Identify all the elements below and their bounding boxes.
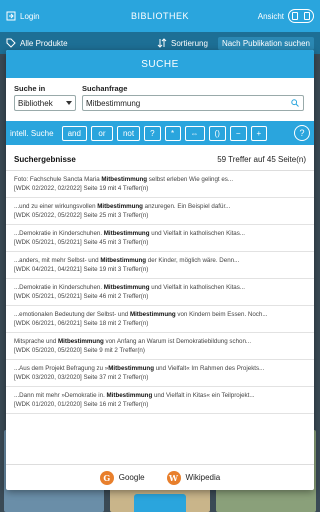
results-header: Suchergebnisse 59 Treffer auf 45 Seite(n… — [6, 145, 314, 171]
query-group: Suchanfrage Mitbestimmung — [82, 84, 304, 111]
dialog-title: SUCHE — [6, 50, 314, 78]
result-item[interactable]: Mitsprache und Mitbestimmung von Anfang … — [6, 333, 314, 360]
result-item[interactable]: ...Aus dem Projekt Befragung zu »Mitbest… — [6, 360, 314, 387]
results-title: Suchergebnisse — [14, 155, 76, 164]
wikipedia-icon: W — [166, 470, 181, 485]
filter-button[interactable]: Alle Produkte — [6, 38, 157, 48]
search-dialog: SUCHE Suche in Bibliothek Suchanfrage Mi… — [6, 50, 314, 490]
result-meta: [WDK 05/2021, 05/2021] Seite 45 mit 3 Tr… — [14, 239, 149, 246]
intelligent-search-label: intell. Suche — [10, 128, 54, 138]
result-snippet: ...emotionalen Bedeutung der Selbst- und… — [14, 311, 268, 318]
result-snippet: ...Demokratie in Kinderschuhen. Mitbesti… — [14, 284, 245, 291]
result-meta: [WDK 05/2021, 05/2021] Seite 46 mit 2 Tr… — [14, 293, 149, 300]
operator-minus-button[interactable]: − — [229, 125, 247, 141]
operator-question-button[interactable]: ? — [144, 125, 161, 141]
google-link[interactable]: G Google — [99, 470, 145, 485]
result-meta: [WDK 03/2020, 03/2020] Seite 37 mit 2 Tr… — [14, 374, 149, 381]
sort-label: Sortierung — [171, 38, 208, 48]
sort-button[interactable]: Sortierung Nach Publikation suchen — [157, 36, 314, 50]
view-mode-icon[interactable] — [288, 9, 314, 23]
login-label: Login — [20, 11, 40, 21]
result-item[interactable]: ...und zu einer wirkungsvollen Mitbestim… — [6, 198, 314, 225]
search-icon[interactable] — [291, 99, 299, 107]
help-button[interactable]: ? — [294, 125, 310, 141]
filter-label: Alle Produkte — [20, 38, 68, 48]
operator-not-button[interactable]: not — [116, 125, 141, 141]
external-sources: G Google W Wikipedia — [6, 464, 314, 490]
operator-near-button[interactable]: ⇔ — [184, 125, 205, 141]
result-snippet: ...und zu einer wirkungsvollen Mitbestim… — [14, 203, 231, 210]
operator-wildcard-button[interactable]: * — [164, 125, 181, 141]
login-button[interactable]: Login — [6, 11, 40, 21]
fab-button[interactable] — [134, 494, 186, 512]
app-bar: Login BIBLIOTHEK Ansicht — [0, 0, 320, 32]
result-item[interactable]: ...Dann mit mehr »Demokratie in. Mitbest… — [6, 387, 314, 414]
query-input[interactable]: Mitbestimmung — [82, 95, 304, 111]
result-snippet: ...anders, mit mehr Selbst- und Mitbesti… — [14, 257, 240, 264]
result-snippet: Foto: Fachschule Sancta Maria Mitbestimm… — [14, 176, 234, 183]
result-item[interactable]: ...emotionalen Bedeutung der Selbst- und… — [6, 306, 314, 333]
result-item[interactable]: Foto: Fachschule Sancta Maria Mitbestimm… — [6, 171, 314, 198]
result-meta: [WDK 04/2021, 04/2021] Seite 19 mit 3 Tr… — [14, 266, 149, 273]
view-label: Ansicht — [257, 11, 284, 21]
result-meta: [WDK 01/2020, 01/2020] Seite 16 mit 2 Tr… — [14, 401, 149, 408]
result-meta: [WDK 05/2022, 05/2022] Seite 25 mit 3 Tr… — [14, 212, 149, 219]
operator-or-button[interactable]: or — [90, 125, 113, 141]
google-icon: G — [99, 470, 114, 485]
result-meta: [WDK 06/2021, 06/2021] Seite 18 mit 2 Tr… — [14, 320, 149, 327]
chevron-down-icon — [66, 101, 72, 105]
result-meta: [WDK 05/2020, 05/2020] Seite 9 mit 2 Tre… — [14, 347, 145, 354]
google-label: Google — [118, 473, 145, 482]
wikipedia-label: Wikipedia — [185, 473, 221, 482]
sort-value: Nach Publikation suchen — [217, 36, 314, 50]
search-in-group: Suche in Bibliothek — [14, 84, 76, 111]
result-snippet: Mitsprache und Mitbestimmung von Anfang … — [14, 338, 252, 345]
search-in-select[interactable]: Bibliothek — [14, 95, 76, 111]
operator-bar: intell. Suche and or not ? * ⇔ () − + ? — [6, 121, 314, 145]
query-label: Suchanfrage — [82, 84, 128, 93]
sort-icon — [157, 38, 167, 48]
search-fields: Suche in Bibliothek Suchanfrage Mitbesti… — [6, 78, 314, 111]
result-snippet: ...Demokratie in Kinderschuhen. Mitbesti… — [14, 230, 245, 237]
search-in-value: Bibliothek — [18, 98, 53, 108]
result-snippet: ...Dann mit mehr »Demokratie in. Mitbest… — [14, 392, 255, 399]
result-item[interactable]: ...anders, mit mehr Selbst- und Mitbesti… — [6, 252, 314, 279]
view-toggle[interactable]: Ansicht — [258, 9, 314, 23]
tag-icon — [6, 38, 16, 48]
results-list: Foto: Fachschule Sancta Maria Mitbestimm… — [6, 171, 314, 414]
result-item[interactable]: ...Demokratie in Kinderschuhen. Mitbesti… — [6, 279, 314, 306]
search-in-label: Suche in — [14, 84, 46, 93]
operator-and-button[interactable]: and — [61, 125, 87, 141]
query-value: Mitbestimmung — [86, 98, 141, 108]
results-count: 59 Treffer auf 45 Seite(n) — [217, 155, 306, 164]
operator-plus-button[interactable]: + — [250, 125, 268, 141]
wikipedia-link[interactable]: W Wikipedia — [166, 470, 221, 485]
result-item[interactable]: ...Demokratie in Kinderschuhen. Mitbesti… — [6, 225, 314, 252]
result-snippet: ...Aus dem Projekt Befragung zu »Mitbest… — [14, 365, 265, 372]
login-icon — [6, 11, 16, 21]
operator-group-button[interactable]: () — [208, 125, 226, 141]
result-meta: [WDK 02/2022, 02/2022] Seite 19 mit 4 Tr… — [14, 185, 149, 192]
